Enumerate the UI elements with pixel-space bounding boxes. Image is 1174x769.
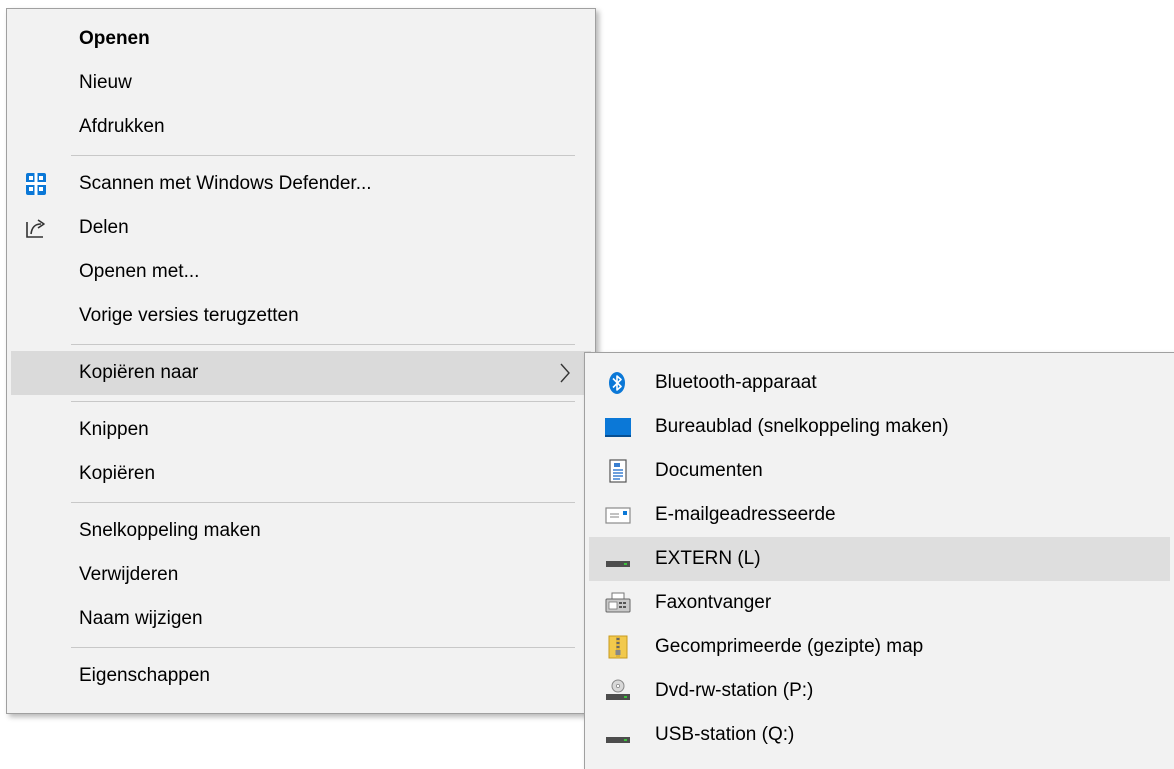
menu-separator [71, 155, 575, 156]
menu-item-label: Nieuw [79, 72, 132, 93]
submenu-item-zip-folder[interactable]: Gecomprimeerde (gezipte) map [589, 625, 1170, 669]
menu-item-open-with[interactable]: Openen met... [11, 250, 591, 294]
menu-item-label: Verwijderen [79, 564, 179, 585]
menu-separator [71, 502, 575, 503]
menu-item-label: Delen [79, 217, 129, 238]
menu-item-label: Eigenschappen [79, 665, 210, 686]
submenu-item-label: Dvd-rw-station (P:) [655, 680, 814, 701]
share-icon [26, 219, 45, 238]
menu-item-label: Naam wijzigen [79, 608, 203, 629]
submenu-item-label: E-mailgeadresseerde [655, 504, 836, 525]
menu-separator [71, 344, 575, 345]
submenu-item-documents[interactable]: Documenten [589, 449, 1170, 493]
menu-item-create-shortcut[interactable]: Snelkoppeling maken [11, 509, 591, 553]
submenu-item-label: EXTERN (L) [655, 548, 761, 569]
submenu-item-label: Faxontvanger [655, 592, 772, 613]
drive-icon [606, 561, 630, 567]
menu-item-label: Afdrukken [79, 116, 165, 137]
submenu-item-bluetooth[interactable]: Bluetooth-apparaat [589, 361, 1170, 405]
documents-icon [609, 459, 627, 483]
menu-separator [71, 647, 575, 648]
submenu-item-label: Documenten [655, 460, 763, 481]
submenu-item-desktop[interactable]: Bureaublad (snelkoppeling maken) [589, 405, 1170, 449]
submenu-item-dvd-drive[interactable]: Dvd-rw-station (P:) [589, 669, 1170, 713]
submenu-item-extern-drive[interactable]: EXTERN (L) [589, 537, 1170, 581]
menu-item-label: Openen [79, 28, 150, 49]
context-menu: Openen Nieuw Afdrukken Scannen met Windo… [6, 8, 596, 714]
menu-item-share[interactable]: Delen [11, 206, 591, 250]
windows-defender-shield-icon [26, 173, 46, 195]
menu-item-properties[interactable]: Eigenschappen [11, 654, 591, 698]
bluetooth-icon [609, 372, 625, 394]
menu-item-open[interactable]: Openen [11, 17, 591, 61]
menu-item-rename[interactable]: Naam wijzigen [11, 597, 591, 641]
desktop-icon [605, 418, 631, 437]
usb-drive-icon [606, 737, 630, 743]
copy-to-submenu: Bluetooth-apparaat Bureaublad (snelkoppe… [584, 352, 1174, 769]
menu-item-new[interactable]: Nieuw [11, 61, 591, 105]
submenu-item-mail-recipient[interactable]: E-mailgeadresseerde [589, 493, 1170, 537]
zip-folder-icon [608, 635, 628, 659]
menu-separator [71, 401, 575, 402]
submenu-item-label: Bluetooth-apparaat [655, 372, 817, 393]
menu-item-scan-defender[interactable]: Scannen met Windows Defender... [11, 162, 591, 206]
menu-item-print[interactable]: Afdrukken [11, 105, 591, 149]
dvd-drive-icon [606, 679, 630, 700]
menu-item-label: Snelkoppeling maken [79, 520, 261, 541]
submenu-item-label: Bureaublad (snelkoppeling maken) [655, 416, 949, 437]
menu-item-copy-to[interactable]: Kopiëren naar [11, 351, 591, 395]
menu-item-label: Kopiëren [79, 463, 156, 484]
menu-item-label: Scannen met Windows Defender... [79, 173, 372, 194]
menu-item-label: Openen met... [79, 261, 200, 282]
submenu-item-label: Gecomprimeerde (gezipte) map [655, 636, 924, 657]
menu-item-label: Vorige versies terugzetten [79, 305, 299, 326]
menu-item-copy[interactable]: Kopiëren [11, 452, 591, 496]
submenu-item-usb-drive[interactable]: USB-station (Q:) [589, 713, 1170, 757]
menu-item-restore-previous-versions[interactable]: Vorige versies terugzetten [11, 294, 591, 338]
submenu-item-fax[interactable]: Faxontvanger [589, 581, 1170, 625]
submenu-item-label: USB-station (Q:) [655, 724, 795, 745]
menu-item-delete[interactable]: Verwijderen [11, 553, 591, 597]
menu-item-label: Knippen [79, 419, 149, 440]
fax-icon [605, 592, 631, 613]
menu-item-label: Kopiëren naar [79, 362, 199, 383]
chevron-right-icon [560, 363, 570, 383]
mail-recipient-icon [605, 507, 631, 524]
menu-item-cut[interactable]: Knippen [11, 408, 591, 452]
